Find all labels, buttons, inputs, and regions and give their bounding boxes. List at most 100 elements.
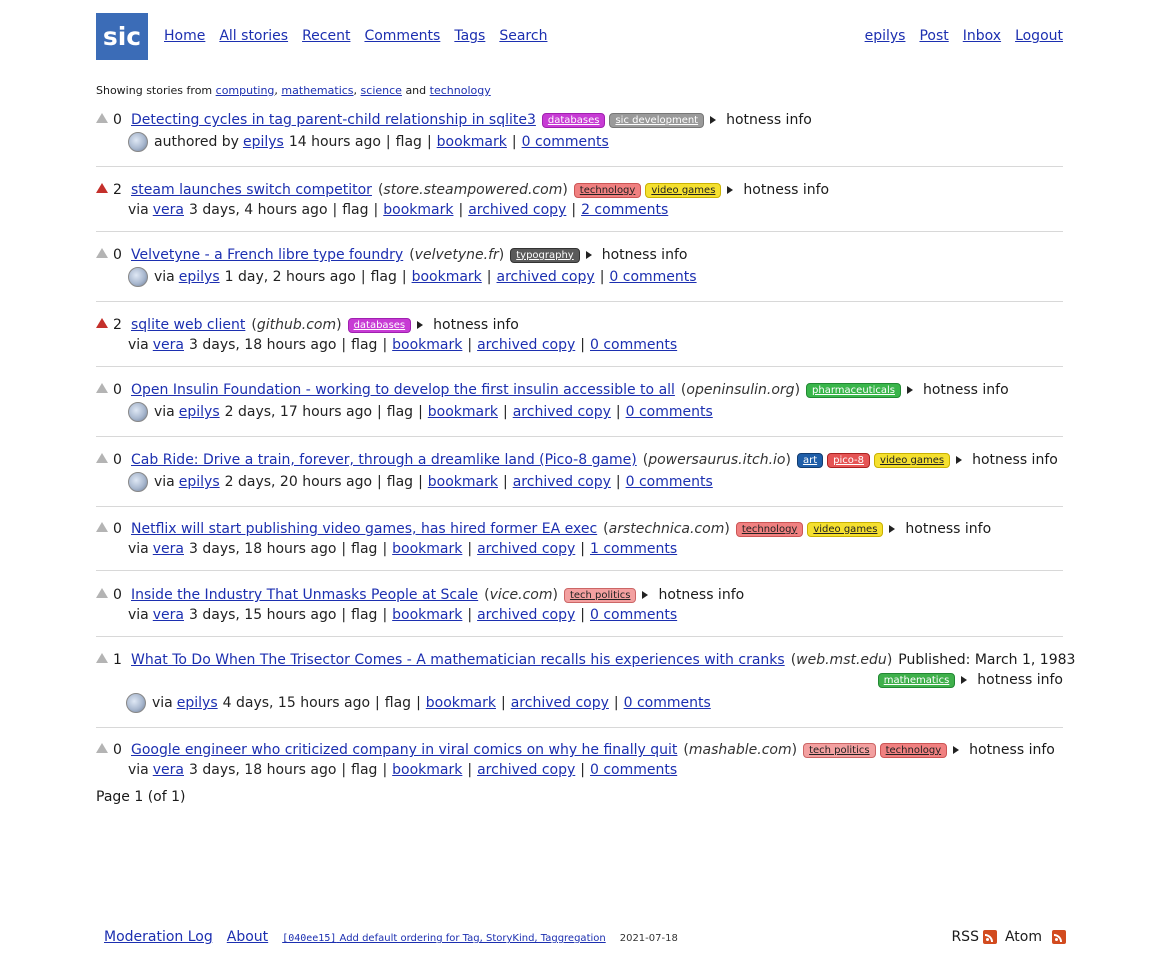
bookmark-link[interactable]: bookmark bbox=[392, 607, 462, 623]
tag-badge[interactable]: technology bbox=[735, 521, 804, 537]
tag-badge[interactable]: tech politics bbox=[803, 742, 876, 758]
bookmark-link[interactable]: bookmark bbox=[428, 474, 498, 490]
archived-copy-link[interactable]: archived copy bbox=[477, 541, 575, 557]
upvote-icon[interactable] bbox=[96, 248, 108, 258]
bookmark-link[interactable]: bookmark bbox=[426, 695, 496, 711]
hotness-info-toggle[interactable]: hotness info bbox=[727, 182, 829, 198]
archived-copy-link[interactable]: archived copy bbox=[497, 269, 595, 285]
upvote-icon[interactable] bbox=[96, 383, 108, 393]
upvote-icon[interactable] bbox=[96, 183, 108, 193]
tag-badge[interactable]: mathematics bbox=[877, 672, 956, 688]
tag-badge[interactable]: pharmaceuticals bbox=[806, 382, 901, 398]
nav-home[interactable]: Home bbox=[164, 28, 205, 44]
flag-link[interactable]: flag bbox=[351, 541, 377, 557]
nav-post[interactable]: Post bbox=[919, 28, 948, 44]
story-submitter-link[interactable]: epilys bbox=[177, 695, 218, 711]
site-logo[interactable]: sic bbox=[96, 13, 148, 60]
tag-badge[interactable]: typography bbox=[510, 247, 580, 263]
hotness-info-toggle[interactable]: hotness info bbox=[642, 587, 744, 603]
tag-badge[interactable]: pico-8 bbox=[827, 452, 871, 468]
story-title-link[interactable]: Inside the Industry That Unmasks People … bbox=[131, 587, 478, 603]
bookmark-link[interactable]: bookmark bbox=[392, 337, 462, 353]
filter-tag-computing[interactable]: computing bbox=[216, 84, 275, 97]
archived-copy-link[interactable]: archived copy bbox=[513, 474, 611, 490]
story-submitter-link[interactable]: vera bbox=[153, 541, 184, 557]
nav-search[interactable]: Search bbox=[499, 28, 547, 44]
bookmark-link[interactable]: bookmark bbox=[392, 541, 462, 557]
comments-link[interactable]: 0 comments bbox=[626, 474, 713, 490]
hotness-info-toggle[interactable]: hotness info bbox=[956, 452, 1058, 468]
upvote-icon[interactable] bbox=[96, 318, 108, 328]
story-title-link[interactable]: Velvetyne - a French libre type foundry bbox=[131, 247, 403, 263]
flag-link[interactable]: flag bbox=[387, 474, 413, 490]
story-submitter-link[interactable]: vera bbox=[153, 337, 184, 353]
story-title-link[interactable]: Google engineer who criticized company i… bbox=[131, 742, 677, 758]
upvote-icon[interactable] bbox=[96, 588, 108, 598]
comments-link[interactable]: 0 comments bbox=[590, 762, 677, 778]
upvote-icon[interactable] bbox=[96, 113, 108, 123]
flag-link[interactable]: flag bbox=[396, 134, 422, 150]
flag-link[interactable]: flag bbox=[342, 202, 368, 218]
story-title-link[interactable]: Open Insulin Foundation - working to dev… bbox=[131, 382, 675, 398]
tag-badge[interactable]: video games bbox=[807, 521, 884, 537]
archived-copy-link[interactable]: archived copy bbox=[477, 607, 575, 623]
archived-copy-link[interactable]: archived copy bbox=[468, 202, 566, 218]
atom-feed-icon[interactable] bbox=[1052, 930, 1066, 944]
archived-copy-link[interactable]: archived copy bbox=[511, 695, 609, 711]
filter-tag-science[interactable]: science bbox=[361, 84, 402, 97]
flag-link[interactable]: flag bbox=[351, 337, 377, 353]
rss-feed-icon[interactable] bbox=[982, 930, 997, 944]
comments-link[interactable]: 0 comments bbox=[590, 337, 677, 353]
story-submitter-link[interactable]: epilys bbox=[179, 474, 220, 490]
tag-badge[interactable]: databases bbox=[347, 317, 412, 333]
bookmark-link[interactable]: bookmark bbox=[383, 202, 453, 218]
upvote-icon[interactable] bbox=[96, 522, 108, 532]
tag-badge[interactable]: art bbox=[796, 452, 824, 468]
nav-logout[interactable]: Logout bbox=[1015, 28, 1063, 44]
story-submitter-link[interactable]: vera bbox=[153, 202, 184, 218]
bookmark-link[interactable]: bookmark bbox=[412, 269, 482, 285]
tag-badge[interactable]: video games bbox=[645, 182, 722, 198]
upvote-icon[interactable] bbox=[96, 453, 108, 463]
nav-tags[interactable]: Tags bbox=[454, 28, 485, 44]
nav-inbox[interactable]: Inbox bbox=[963, 28, 1001, 44]
footer-about[interactable]: About bbox=[227, 929, 268, 945]
story-title-link[interactable]: sqlite web client bbox=[131, 317, 245, 333]
nav-comments[interactable]: Comments bbox=[364, 28, 440, 44]
filter-tag-technology[interactable]: technology bbox=[430, 84, 491, 97]
story-title-link[interactable]: steam launches switch competitor bbox=[131, 182, 372, 198]
bookmark-link[interactable]: bookmark bbox=[437, 134, 507, 150]
story-title-link[interactable]: Cab Ride: Drive a train, forever, throug… bbox=[131, 452, 637, 468]
story-submitter-link[interactable]: vera bbox=[153, 607, 184, 623]
comments-link[interactable]: 0 comments bbox=[522, 134, 609, 150]
hotness-info-toggle[interactable]: hotness info bbox=[906, 382, 1009, 398]
flag-link[interactable]: flag bbox=[371, 269, 397, 285]
tag-badge[interactable]: technology bbox=[573, 182, 642, 198]
tag-badge[interactable]: tech politics bbox=[563, 587, 637, 603]
hotness-info-toggle[interactable]: hotness info bbox=[417, 317, 519, 333]
tag-badge[interactable]: sic development bbox=[609, 112, 705, 128]
comments-link[interactable]: 0 comments bbox=[609, 269, 696, 285]
comments-link[interactable]: 1 comments bbox=[590, 541, 677, 557]
tag-badge[interactable]: video games bbox=[874, 452, 951, 468]
flag-link[interactable]: flag bbox=[351, 607, 377, 623]
upvote-icon[interactable] bbox=[96, 653, 108, 663]
filter-tag-mathematics[interactable]: mathematics bbox=[281, 84, 353, 97]
hotness-info-toggle[interactable]: hotness info bbox=[889, 521, 991, 537]
comments-link[interactable]: 0 comments bbox=[624, 695, 711, 711]
nav-recent[interactable]: Recent bbox=[302, 28, 350, 44]
story-title-link[interactable]: What To Do When The Trisector Comes - A … bbox=[131, 652, 785, 668]
archived-copy-link[interactable]: archived copy bbox=[477, 762, 575, 778]
story-submitter-link[interactable]: epilys bbox=[179, 404, 220, 420]
flag-link[interactable]: flag bbox=[351, 762, 377, 778]
commit-link[interactable]: [040ee15] Add default ordering for Tag, … bbox=[282, 933, 606, 944]
upvote-icon[interactable] bbox=[96, 743, 108, 753]
story-title-link[interactable]: Detecting cycles in tag parent-child rel… bbox=[131, 112, 536, 128]
story-submitter-link[interactable]: vera bbox=[153, 762, 184, 778]
story-title-link[interactable]: Netflix will start publishing video game… bbox=[131, 521, 597, 537]
comments-link[interactable]: 0 comments bbox=[626, 404, 713, 420]
comments-link[interactable]: 0 comments bbox=[590, 607, 677, 623]
bookmark-link[interactable]: bookmark bbox=[392, 762, 462, 778]
hotness-info-toggle[interactable]: hotness info bbox=[585, 247, 687, 263]
tag-badge[interactable]: databases bbox=[541, 112, 606, 128]
